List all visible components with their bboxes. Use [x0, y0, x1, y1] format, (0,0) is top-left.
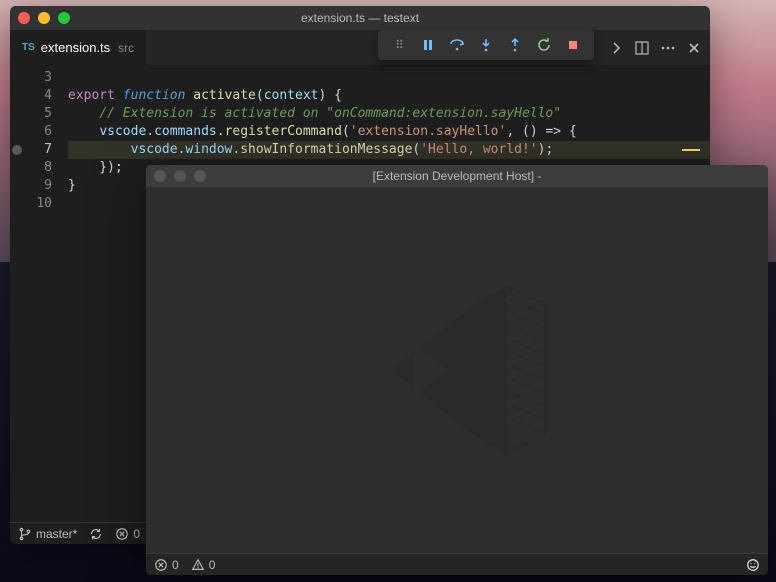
- warnings-item[interactable]: 0: [191, 558, 216, 572]
- window-title: extension.ts — testext: [10, 11, 710, 25]
- line-number: 10: [10, 195, 52, 213]
- line-number: 8: [10, 159, 52, 177]
- more-actions-icon[interactable]: [660, 40, 676, 56]
- line-number: 6: [10, 123, 52, 141]
- dev-statusbar: 0 0: [146, 553, 768, 575]
- dev-titlebar[interactable]: [Extension Development Host] -: [146, 165, 768, 187]
- close-icon[interactable]: [686, 40, 702, 56]
- restart-icon[interactable]: [533, 37, 555, 53]
- sync-item[interactable]: [89, 527, 103, 541]
- code-line[interactable]: vscode.window.showInformationMessage('He…: [68, 141, 710, 159]
- stop-icon[interactable]: [562, 37, 584, 53]
- step-over-icon[interactable]: [446, 37, 468, 53]
- drag-handle-icon[interactable]: ⠿: [388, 38, 410, 52]
- tab-actions: [608, 30, 702, 65]
- tab-bar: TS extension.ts src: [10, 30, 710, 65]
- dev-host-window: [Extension Development Host] - 0 0: [146, 165, 768, 575]
- error-count: 0: [172, 558, 179, 572]
- main-titlebar[interactable]: extension.ts — testext: [10, 6, 710, 30]
- step-out-icon[interactable]: [504, 37, 526, 53]
- step-into-icon[interactable]: [475, 37, 497, 53]
- traffic-lights: [154, 170, 206, 182]
- line-number: 3: [10, 69, 52, 87]
- warning-count: 0: [209, 558, 216, 572]
- tab-filename: extension.ts: [41, 40, 110, 55]
- window-close-button[interactable]: [18, 12, 30, 24]
- error-count: 0: [133, 527, 140, 541]
- pause-icon[interactable]: [417, 37, 439, 53]
- errors-item[interactable]: 0: [115, 527, 140, 541]
- branch-label: master*: [36, 527, 77, 541]
- line-number: 4: [10, 87, 52, 105]
- tab-directory: src: [118, 41, 134, 55]
- breakpoint-icon[interactable]: [12, 145, 22, 155]
- line-number: 5: [10, 105, 52, 123]
- tab-extension-ts[interactable]: TS extension.ts src: [10, 30, 146, 65]
- git-branch-item[interactable]: master*: [18, 527, 77, 541]
- feedback-item[interactable]: [746, 558, 760, 572]
- dev-body: [146, 187, 768, 553]
- traffic-lights: [18, 12, 70, 24]
- window-close-button[interactable]: [154, 170, 166, 182]
- line-number-gutter: 345678910: [10, 65, 68, 522]
- code-line[interactable]: vscode.commands.registerCommand('extensi…: [68, 123, 710, 141]
- code-line[interactable]: export function activate(context) {: [68, 87, 710, 105]
- line-number: 9: [10, 177, 52, 195]
- code-line[interactable]: [68, 69, 710, 87]
- window-maximize-button[interactable]: [194, 170, 206, 182]
- vscode-logo-icon: [347, 260, 567, 480]
- errors-item[interactable]: 0: [154, 558, 179, 572]
- window-minimize-button[interactable]: [174, 170, 186, 182]
- window-maximize-button[interactable]: [58, 12, 70, 24]
- code-line[interactable]: // Extension is activated on "onCommand:…: [68, 105, 710, 123]
- debug-toolbar[interactable]: ⠿: [378, 30, 594, 60]
- typescript-icon: TS: [22, 42, 35, 53]
- split-editor-icon[interactable]: [634, 40, 650, 56]
- chevron-right-icon[interactable]: [608, 40, 624, 56]
- dev-window-title: [Extension Development Host] -: [146, 169, 768, 183]
- window-minimize-button[interactable]: [38, 12, 50, 24]
